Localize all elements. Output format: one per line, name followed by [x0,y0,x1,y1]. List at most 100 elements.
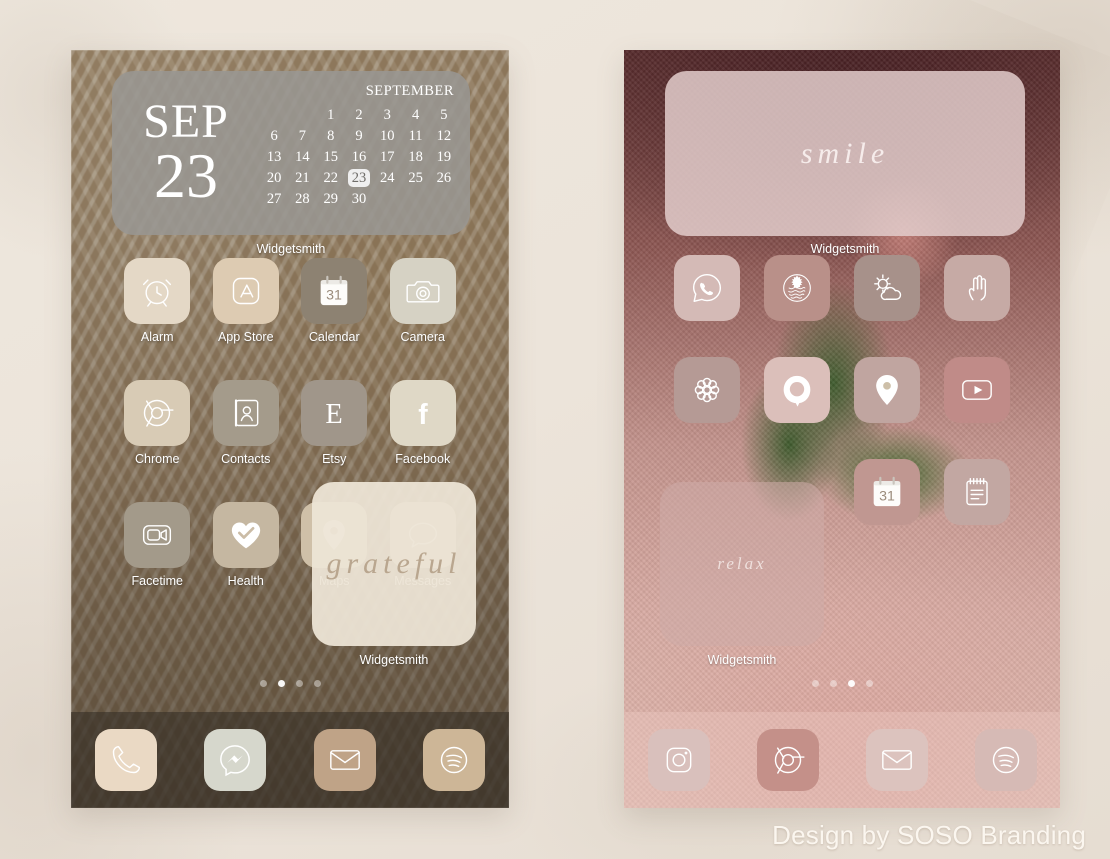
widget-smile[interactable]: smile [665,71,1025,236]
calendar-day-cell: 25 [408,170,423,186]
app-icon-threads[interactable] [752,357,842,423]
calendar-day-cell: 24 [380,170,395,186]
app-icon-chrome[interactable]: Chrome [113,380,202,466]
hand-line-icon[interactable] [944,255,1010,321]
app-icon-label: Facetime [131,574,183,588]
page-dot[interactable] [811,680,819,687]
page-dot[interactable] [295,680,303,687]
screenshot-canvas: SEP 23 SEPTEMBER 1 2 3 4 5 6 7 8 9 10 11 12 13 14 15 16… [0,0,1110,859]
app-icon-calendar-31[interactable]: 31 [842,459,932,525]
calendar-blank-cell [288,106,316,124]
weather-icon[interactable] [854,255,920,321]
calendar-day-cell: 18 [408,149,423,165]
app-icon-hand-line[interactable] [932,255,1022,321]
app-icon-flower[interactable] [662,357,752,423]
calendar-day-cell: 27 [266,191,282,207]
page-dots-right[interactable] [624,680,1060,687]
phone-handset-icon[interactable] [94,729,157,791]
notes-icon[interactable] [944,459,1010,525]
calendar-day-cell: 6 [270,128,278,144]
spotify-icon[interactable] [423,729,486,791]
calendar-day-today: 23 [347,169,370,187]
app-icon-alarm[interactable]: Alarm [113,258,202,344]
dock-right [624,712,1060,808]
calendar-day-cell: 21 [295,170,310,186]
calendar-day-cell: 10 [380,128,395,144]
page-dot[interactable] [259,680,267,687]
page-dot-active[interactable] [847,680,855,687]
facetime-icon[interactable] [124,502,191,568]
phone-screen-right: smile Widgetsmith 31 relax Widgetsmith [624,50,1060,808]
app-icon-contacts[interactable]: Contacts [202,380,291,466]
app-icon-starbucks[interactable] [752,255,842,321]
app-icon-etsy[interactable]: E Etsy [290,380,379,466]
app-icon-youtube[interactable] [932,357,1022,423]
contacts-icon[interactable] [212,380,279,446]
app-icon-label: Camera [400,330,445,344]
app-icon-notes[interactable] [932,459,1022,525]
heart-check-icon[interactable] [212,502,279,568]
page-dot-active[interactable] [277,680,285,687]
svg-text:E: E [326,399,343,430]
widget-grateful[interactable]: grateful [312,482,476,646]
page-dot[interactable] [829,680,837,687]
calendar-day-cell: 8 [327,128,335,144]
app-store-icon[interactable] [212,258,279,324]
threads-icon[interactable] [764,357,830,423]
calendar-day-cell: 12 [436,128,452,144]
calendar-blank-cell [260,106,288,124]
whatsapp-icon[interactable] [674,255,740,321]
app-icon-facebook[interactable]: f Facebook [379,380,468,466]
app-icon-map-pin[interactable] [842,357,932,423]
spotify-icon[interactable] [974,729,1037,791]
calendar-day-cell: 3 [383,107,391,123]
page-dots-left[interactable] [71,680,509,687]
app-icon-camera[interactable]: Camera [379,258,468,344]
map-pin-icon[interactable] [854,357,920,423]
calendar-day-cell: 13 [266,149,282,165]
calendar-month-grid: SEPTEMBER 1 2 3 4 5 6 7 8 9 10 11 12 13 14 15 16 17 18 19 2… [260,71,470,235]
facebook-f-icon[interactable]: f [389,380,456,446]
camera-icon[interactable] [389,258,456,324]
app-icon-app-store[interactable]: App Store [202,258,291,344]
calendar-31-icon[interactable]: 31 [854,459,920,525]
flower-icon[interactable] [674,357,740,423]
chrome-icon[interactable] [756,729,819,791]
page-dot[interactable] [313,680,321,687]
calendar-day-cell: 26 [436,170,452,186]
envelope-icon[interactable] [865,729,928,791]
widget-relax[interactable]: relax [660,482,824,646]
calendar-day-cell: 30 [351,191,367,207]
envelope-icon[interactable] [313,729,376,791]
widget-grateful-text: grateful [326,547,462,580]
app-icon-calendar[interactable]: 31 Calendar [290,258,379,344]
calendar-day-cell: 5 [440,107,448,123]
messenger-bolt-icon[interactable] [204,729,267,791]
widget-calendar[interactable]: SEP 23 SEPTEMBER 1 2 3 4 5 6 7 8 9 10 11 12 13 14 15 16… [112,71,470,235]
app-icon-label: Chrome [135,452,180,466]
calendar-day-cell: 28 [295,191,310,207]
calendar-31-icon[interactable]: 31 [301,258,368,324]
app-icon-weather[interactable] [842,255,932,321]
calendar-day-cell: 29 [323,191,338,207]
calendar-day-cell: 2 [355,107,363,123]
youtube-icon[interactable] [944,357,1010,423]
page-dot[interactable] [865,680,873,687]
widget-calendar-label: Widgetsmith [256,242,326,256]
chrome-icon[interactable] [124,380,191,446]
app-icon-whatsapp[interactable] [662,255,752,321]
alarm-clock-icon[interactable] [124,258,191,324]
calendar-day-cell: 16 [351,149,367,165]
app-icon-label: Facebook [395,452,451,466]
design-credit: Design by SOSO Branding [772,820,1086,850]
etsy-e-icon[interactable]: E [301,380,368,446]
calendar-big-date: SEP 23 [112,71,260,235]
calendar-day-number: 23 [154,140,218,212]
dock-left [71,712,509,808]
app-icon-facetime[interactable]: Facetime [113,502,202,588]
instagram-icon[interactable] [647,729,710,791]
app-icon-health[interactable]: Health [202,502,291,588]
starbucks-icon[interactable] [764,255,830,321]
app-icon-label: Contacts [221,452,271,466]
widget-relax-label: Widgetsmith [707,653,777,667]
